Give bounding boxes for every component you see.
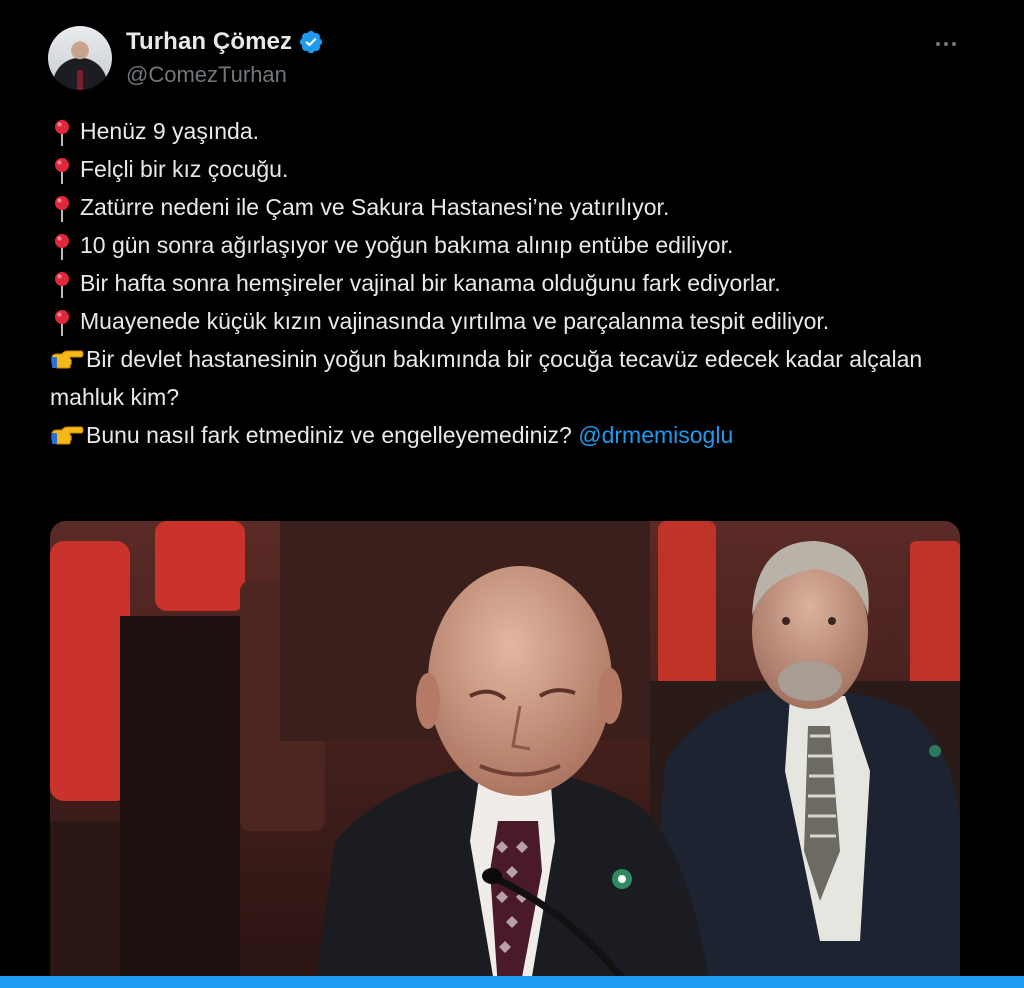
more-dot-icon	[952, 42, 956, 46]
tweet-line: 10 gün sonra ağırlaşıyor ve yoğun bakıma…	[50, 226, 960, 264]
round-pushpin-icon	[50, 195, 80, 222]
mention-link[interactable]: @drmemisoglu	[578, 422, 733, 448]
author-name-row: Turhan Çömez	[126, 28, 324, 56]
tweet-line-text: Henüz 9 yaşında.	[80, 118, 260, 144]
backhand-index-pointing-right-icon	[50, 348, 86, 372]
backhand-index-pointing-right-icon	[50, 424, 86, 448]
verified-badge-icon[interactable]	[298, 29, 324, 55]
tweet-line: Bir hafta sonra hemşireler vajinal bir k…	[50, 264, 960, 302]
round-pushpin-icon	[50, 119, 80, 146]
round-pushpin-icon	[50, 309, 80, 336]
round-pushpin-icon	[50, 157, 80, 184]
avatar-detail	[77, 70, 83, 90]
round-pushpin-icon	[50, 271, 80, 298]
more-options-button[interactable]	[926, 30, 966, 58]
tweet-media[interactable]	[50, 521, 960, 988]
tweet-line: Bunu nasıl fark etmediniz ve engelleyeme…	[50, 416, 960, 454]
tweet-line-text: Felçli bir kız çocuğu.	[80, 156, 289, 182]
tweet-line: Muayenede küçük kızın vajinasında yırtıl…	[50, 302, 960, 340]
tweet-line: Bir devlet hastanesinin yoğun bakımında …	[50, 340, 960, 416]
parliament-speech-photo	[50, 521, 960, 988]
tweet-line: Felçli bir kız çocuğu.	[50, 150, 960, 188]
bottom-accent-bar	[0, 976, 1024, 988]
tweet-text: Henüz 9 yaşında. Felçli bir kız çocuğu. …	[50, 112, 960, 454]
tweet-line: Zatürre nedeni ile Çam ve Sakura Hastane…	[50, 188, 960, 226]
author-handle[interactable]: @ComezTurhan	[126, 62, 287, 88]
tweet-card: Turhan Çömez @ComezTurhan Henüz 9 yaşınd…	[0, 0, 1024, 988]
avatar[interactable]	[48, 26, 112, 90]
tweet-line-text: 10 gün sonra ağırlaşıyor ve yoğun bakıma…	[80, 232, 734, 258]
author-display-name[interactable]: Turhan Çömez	[126, 28, 292, 56]
tweet-line-text: Bir devlet hastanesinin yoğun bakımında …	[50, 346, 923, 410]
more-dot-icon	[936, 42, 940, 46]
tweet-line-text: Bunu nasıl fark etmediniz ve engelleyeme…	[86, 422, 579, 448]
tweet-line-text: Bir hafta sonra hemşireler vajinal bir k…	[80, 270, 781, 296]
tweet-line: Henüz 9 yaşında.	[50, 112, 960, 150]
tweet-line-text: Zatürre nedeni ile Çam ve Sakura Hastane…	[80, 194, 670, 220]
tweet-line-text: Muayenede küçük kızın vajinasında yırtıl…	[80, 308, 830, 334]
round-pushpin-icon	[50, 233, 80, 260]
more-dot-icon	[944, 42, 948, 46]
